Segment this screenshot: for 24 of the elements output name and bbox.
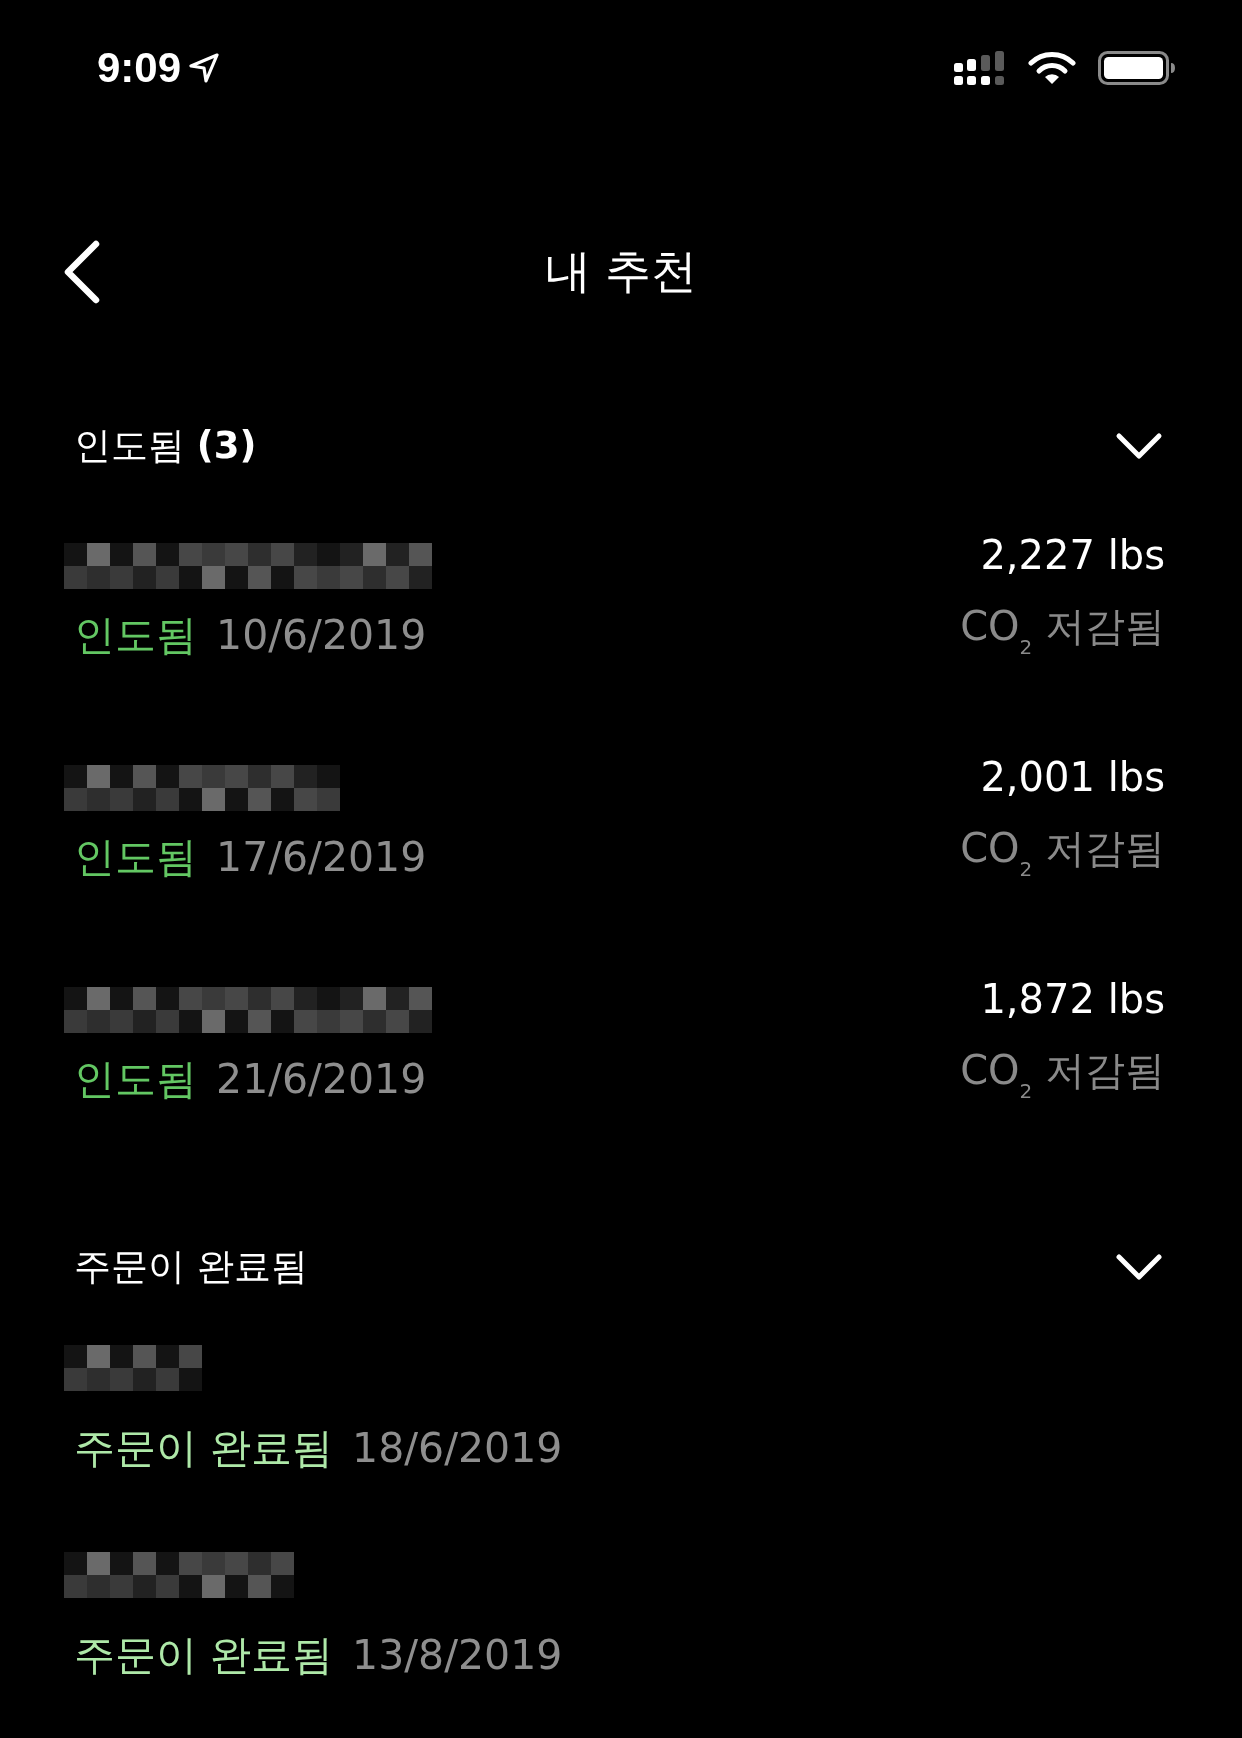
order-date: 21/6/2019 [216,1055,427,1103]
order-date: 17/6/2019 [216,833,427,881]
section-title: 인도됨 (3) [74,423,257,469]
order-status: 주문이 완료됨 [74,1424,334,1472]
co2-amount: 2,227 lbs [980,531,1165,580]
order-status: 인도됨 [74,611,197,659]
location-arrow-icon [189,53,220,83]
order-status: 주문이 완료됨 [74,1631,334,1679]
back-chevron-icon[interactable] [62,238,102,306]
chevron-down-icon[interactable] [1115,432,1163,460]
status-time: 9:09 [97,44,182,92]
order-date: 13/8/2019 [352,1631,563,1679]
co2-amount: 1,872 lbs [980,975,1165,1024]
order-date: 18/6/2019 [352,1424,563,1472]
signal-icon [954,51,1006,85]
section-title: 주문이 완료됨 [74,1244,308,1290]
order-status: 인도됨 [74,833,197,881]
chevron-down-icon[interactable] [1115,1253,1163,1281]
order-status: 인도됨 [74,1055,197,1103]
order-date: 10/6/2019 [216,611,427,659]
battery-icon [1098,51,1176,85]
wifi-icon [1028,51,1076,85]
page-title: 내 추천 [544,243,698,300]
co2-amount: 2,001 lbs [980,753,1165,802]
